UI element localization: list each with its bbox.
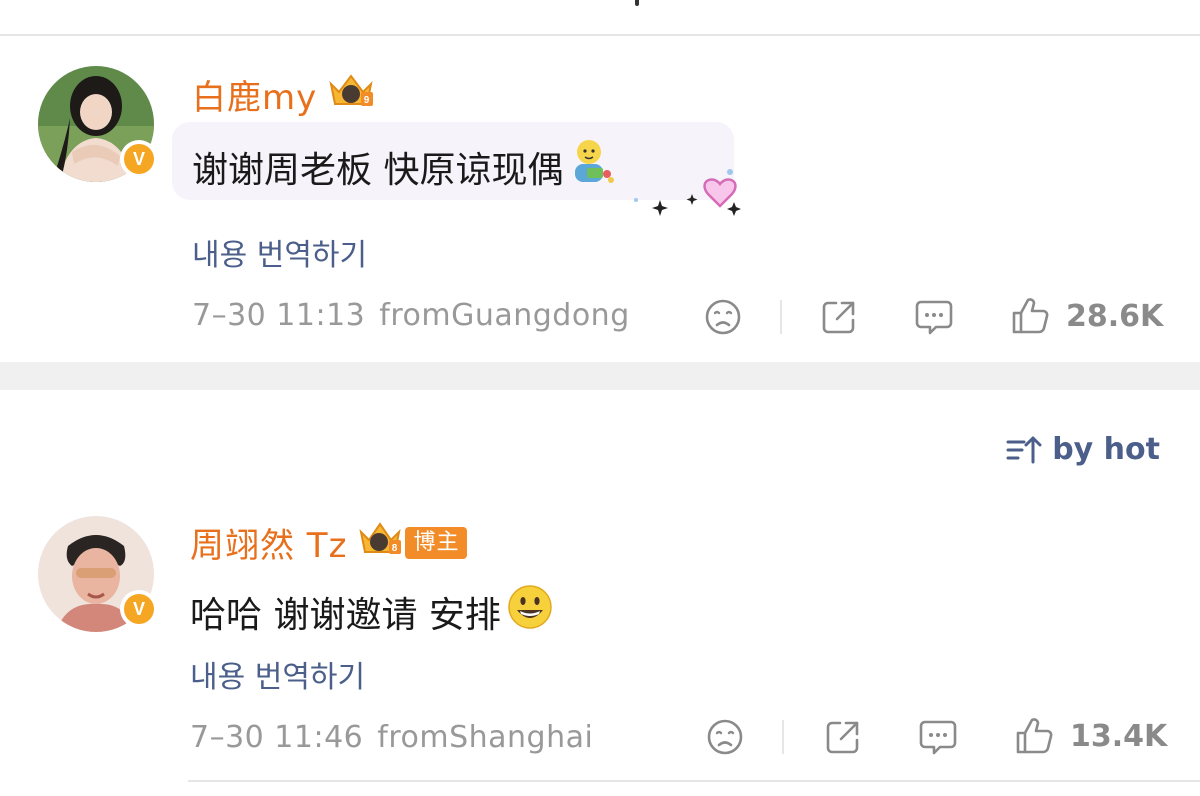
crown-badge-icon: 8 — [357, 518, 403, 567]
top-indicator — [635, 0, 639, 6]
avatar[interactable]: V — [38, 66, 158, 182]
share-icon — [822, 301, 855, 334]
blogger-tag: 博主 — [405, 526, 468, 559]
sad-face-icon — [705, 299, 741, 335]
comment-bubble-icon — [919, 720, 957, 755]
comment-date: 7–30 11:13 — [192, 298, 366, 333]
dislike-button[interactable] — [706, 718, 744, 756]
verified-badge-icon: V — [120, 140, 158, 178]
crown-badge-icon: 9 — [327, 70, 375, 119]
grinning-face-emoji-icon — [507, 584, 553, 639]
comment-location: fromShanghai — [377, 720, 594, 755]
thumbs-up-icon — [1016, 718, 1053, 754]
username[interactable]: 白鹿my 9 — [192, 70, 375, 119]
comment-meta: 7–30 11:46 fromShanghai — [190, 720, 593, 755]
baby-emoji-icon — [569, 138, 617, 195]
verified-badge-icon: V — [120, 590, 158, 628]
sort-hot-icon — [1006, 436, 1042, 463]
reply-button[interactable] — [914, 298, 954, 336]
comment-text: 哈哈 谢谢邀请 安排 — [190, 584, 553, 639]
comment-date: 7–30 11:46 — [190, 720, 364, 755]
action-divider — [780, 300, 782, 334]
like-count: 13.4K — [1070, 718, 1168, 754]
share-icon — [826, 721, 859, 754]
thumbs-up-icon — [1012, 298, 1049, 334]
comment-text-content: 哈哈 谢谢邀请 安排 — [190, 594, 501, 636]
comment-location: fromGuangdong — [379, 298, 630, 333]
reply-button[interactable] — [918, 718, 958, 756]
svg-text:9: 9 — [364, 95, 371, 106]
section-separator — [0, 362, 1200, 390]
translate-link[interactable]: 내용 번역하기 — [192, 230, 367, 274]
sparkle-heart-icon — [634, 169, 741, 216]
comment-text: 谢谢周老板 快原谅现偶 — [192, 138, 617, 195]
svg-text:8: 8 — [392, 543, 399, 554]
comment-bubble-icon — [915, 300, 953, 335]
like-count: 28.6K — [1066, 298, 1164, 334]
comment-item: V 白鹿my 9 谢谢周老板 快原谅现偶 내용 번역하기 7–30 11:13 … — [0, 36, 1200, 362]
username[interactable]: 周翊然 Tz 8 博主 — [190, 518, 468, 567]
sort-label: by hot — [1052, 432, 1160, 467]
translate-link[interactable]: 내용 번역하기 — [190, 652, 365, 696]
action-divider — [782, 720, 784, 754]
like-button[interactable]: 28.6K — [1010, 296, 1163, 336]
sad-face-icon — [707, 719, 743, 755]
username-text: 白鹿my — [192, 78, 318, 118]
share-button[interactable] — [824, 718, 862, 756]
dislike-button[interactable] — [704, 298, 742, 336]
comment-item: V 周翊然 Tz 8 博主 哈哈 谢谢邀请 安排 내용 번역하기 7–30 11… — [0, 500, 1200, 782]
avatar[interactable]: V — [38, 516, 158, 632]
bottom-divider — [188, 780, 1200, 782]
comment-text-content: 谢谢周老板 快原谅现偶 — [192, 149, 564, 191]
share-button[interactable] — [820, 298, 858, 336]
like-button[interactable]: 13.4K — [1014, 716, 1167, 756]
comment-meta: 7–30 11:13 fromGuangdong — [192, 298, 630, 333]
username-text: 周翊然 Tz — [190, 526, 348, 566]
sort-by-hot-button[interactable]: by hot — [1006, 432, 1160, 467]
